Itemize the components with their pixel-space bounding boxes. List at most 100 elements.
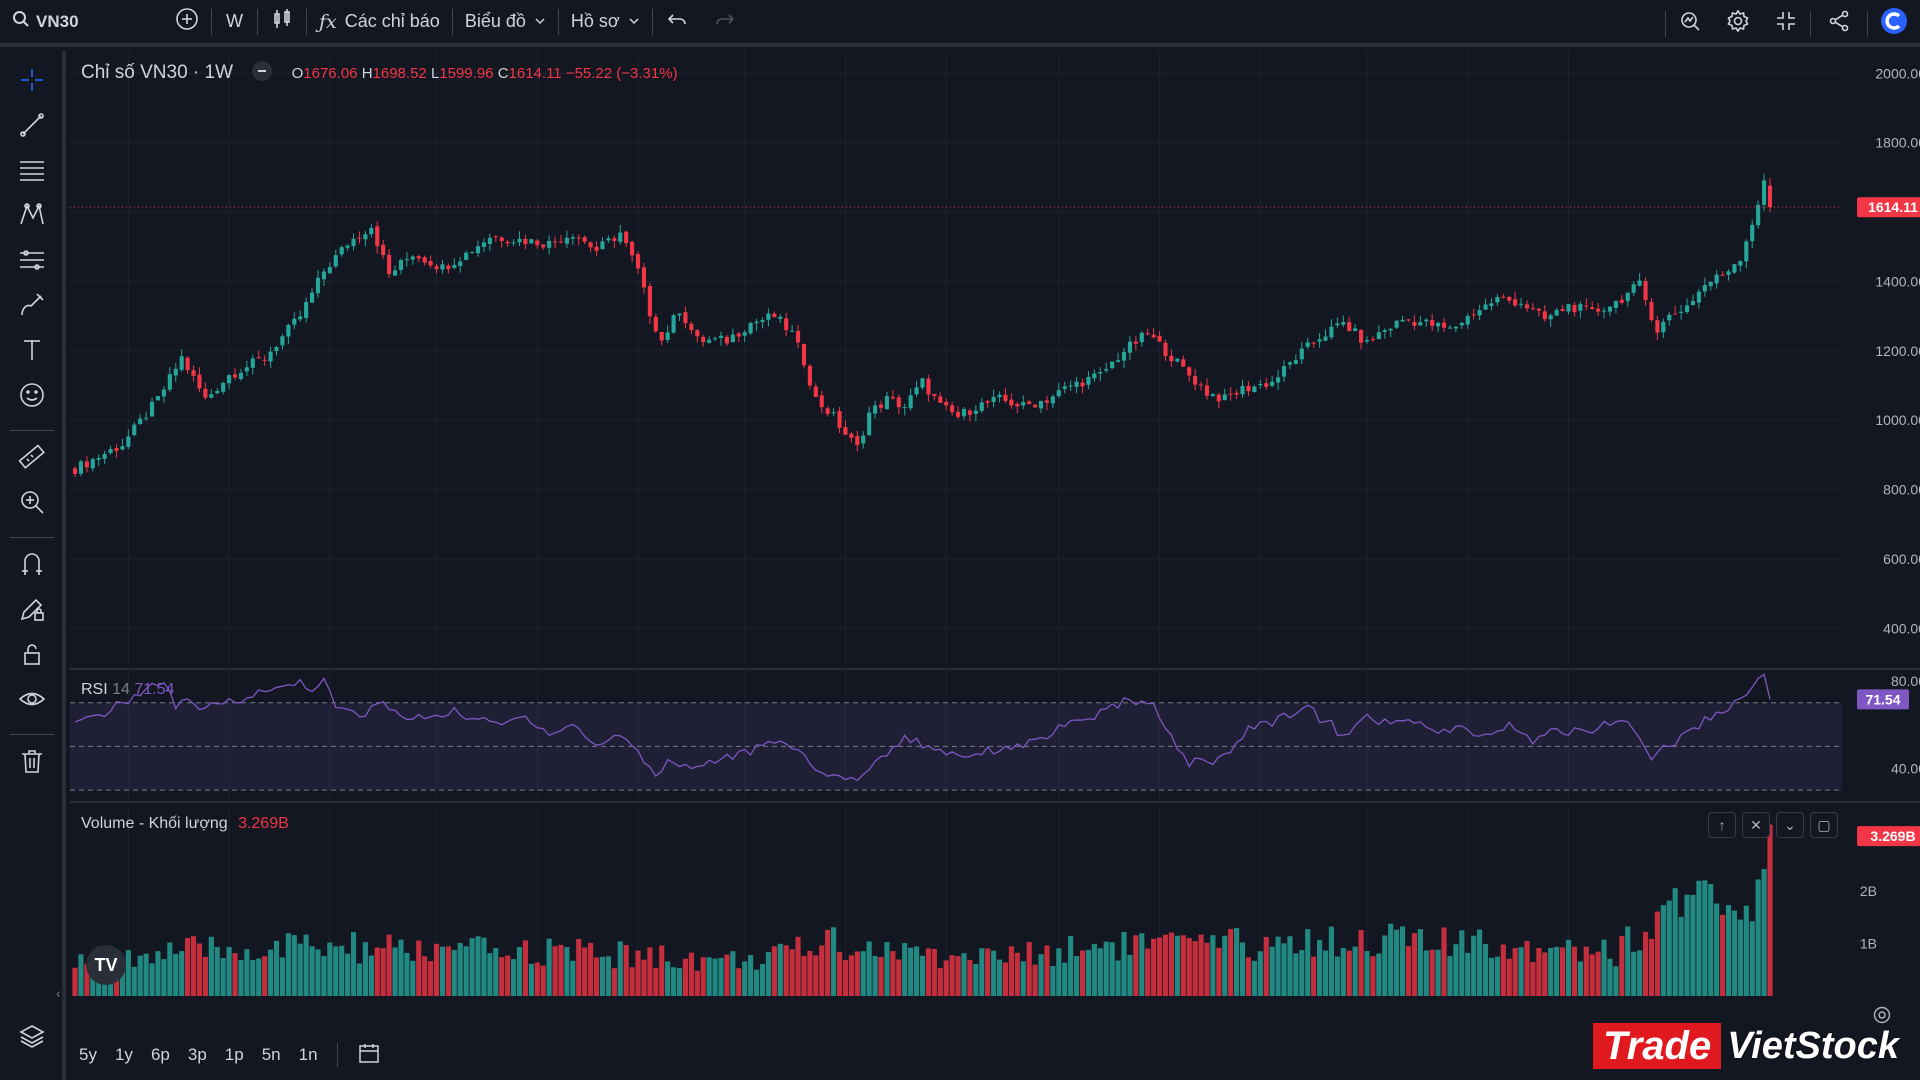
volume-bar (1364, 951, 1370, 996)
range-5y-button[interactable]: 5y (70, 1045, 106, 1065)
chart-type-button[interactable] (258, 0, 306, 45)
candle-body (173, 368, 178, 376)
share-icon (1827, 9, 1851, 38)
zoom-tool[interactable] (17, 489, 47, 519)
range-3p-button[interactable]: 3p (179, 1045, 216, 1065)
candle-body (1175, 358, 1180, 362)
rsi-tick-label: 80.00 (1891, 673, 1920, 689)
delete-drawings-tool[interactable] (17, 748, 47, 778)
volume-bar (1637, 950, 1643, 996)
quick-search-button[interactable] (1666, 0, 1714, 47)
volume-bar (1435, 949, 1441, 996)
candle-body (475, 246, 481, 254)
volume-bar (736, 968, 742, 996)
candle-body (772, 313, 777, 318)
candle-body (1542, 311, 1547, 320)
volume-bar (1311, 956, 1317, 996)
chart-menu-button[interactable]: Biểu đồ (453, 0, 558, 45)
goto-date-button[interactable] (348, 1041, 390, 1070)
brush-tool[interactable] (17, 292, 47, 322)
range-6p-button[interactable]: 6p (142, 1045, 179, 1065)
symbol-search-button[interactable]: VN30 (0, 0, 165, 45)
add-symbol-button[interactable] (165, 0, 211, 45)
tv-logo-icon: TV (94, 954, 118, 975)
candle-body (736, 333, 741, 337)
candle-body (944, 401, 949, 406)
move-pane-up-button[interactable]: ↑ (1708, 812, 1736, 838)
candle-body (464, 252, 469, 260)
candle-body (1151, 334, 1156, 338)
range-5n-button[interactable]: 5n (253, 1045, 290, 1065)
tradingview-logo[interactable]: TV (86, 945, 126, 985)
trend-line-tool[interactable] (17, 112, 47, 142)
collapse-pane-button[interactable]: ⌄ (1776, 812, 1804, 838)
range-1n-button[interactable]: 1n (290, 1045, 327, 1065)
fib-tool[interactable] (17, 157, 47, 187)
candle-body (1133, 341, 1138, 344)
volume-bar (1109, 942, 1115, 996)
candle-body (149, 401, 155, 417)
maximize-pane-button[interactable]: ▢ (1810, 812, 1838, 838)
measure-tool[interactable] (17, 443, 47, 474)
collapse-sidebar-button[interactable]: ‹ (56, 985, 70, 1009)
object-tree-button[interactable] (17, 1023, 47, 1053)
settings-button[interactable] (1714, 0, 1762, 47)
candle-body (552, 241, 558, 243)
volume-bar (1708, 884, 1714, 996)
candle-body (493, 236, 498, 238)
candle-body (991, 397, 996, 402)
crosshair-icon (17, 65, 47, 100)
interval-button[interactable]: W (212, 0, 257, 45)
range-1p-button[interactable]: 1p (216, 1045, 253, 1065)
volume-bar (593, 957, 600, 996)
chart-canvas[interactable]: 2021Tháng NămTháng 92022Tháng NămTháng 9… (70, 51, 1920, 1003)
candle-body (1524, 304, 1530, 309)
volume-bar (1542, 952, 1548, 996)
rsi-name: RSI (81, 681, 108, 698)
volume-bar (291, 935, 297, 996)
candle-body (144, 417, 149, 419)
lock-drawing-tool[interactable] (17, 596, 47, 626)
close-pane-button[interactable]: ✕ (1742, 812, 1770, 838)
range-1y-button[interactable]: 1y (106, 1045, 142, 1065)
crosshair-tool[interactable] (17, 67, 47, 97)
volume-bar (1696, 880, 1702, 996)
rsi-badge-text: 71.54 (1865, 691, 1900, 707)
volume-bar (368, 955, 374, 996)
forecast-tool[interactable] (17, 247, 47, 277)
volume-bar (510, 959, 517, 996)
magnet-tool[interactable] (17, 551, 47, 581)
hide-drawings-tool[interactable] (17, 686, 47, 716)
candle-body (327, 267, 332, 274)
emoji-tool[interactable] (17, 382, 47, 412)
volume-bar (250, 959, 256, 996)
profile-menu-button[interactable]: Hồ sơ (559, 0, 652, 45)
undo-icon (665, 7, 689, 36)
fullscreen-button[interactable] (1762, 0, 1810, 47)
candle-body (1068, 385, 1073, 387)
text-tool[interactable] (17, 337, 47, 367)
undo-button[interactable] (653, 0, 701, 45)
pattern-tool[interactable] (17, 202, 47, 232)
volume-bar (1720, 914, 1726, 996)
indicators-button[interactable]: ƒx Các chỉ báo (307, 0, 452, 45)
close-value: 1614.11 (508, 65, 562, 82)
volume-bar (1482, 944, 1489, 996)
change-value: −55.22 (−3.31%) (565, 65, 678, 82)
volume-bar (1239, 942, 1246, 996)
brand-logo-button[interactable] (1868, 0, 1920, 47)
candle-body (227, 375, 232, 384)
candle-body (197, 374, 202, 389)
candle-body (126, 436, 131, 447)
volume-bar (688, 952, 694, 996)
y-tick-label: 1400.00 (1875, 273, 1920, 289)
candle-body (155, 396, 161, 401)
lock-all-tool[interactable] (17, 641, 47, 671)
share-button[interactable] (1811, 0, 1867, 47)
redo-button[interactable] (701, 0, 749, 45)
volume-bar (1133, 935, 1139, 996)
y-tick-label: 1000.00 (1875, 412, 1920, 428)
volume-bar (1026, 941, 1032, 996)
candle-body (517, 238, 522, 243)
collapse-legend-button[interactable] (252, 60, 273, 81)
